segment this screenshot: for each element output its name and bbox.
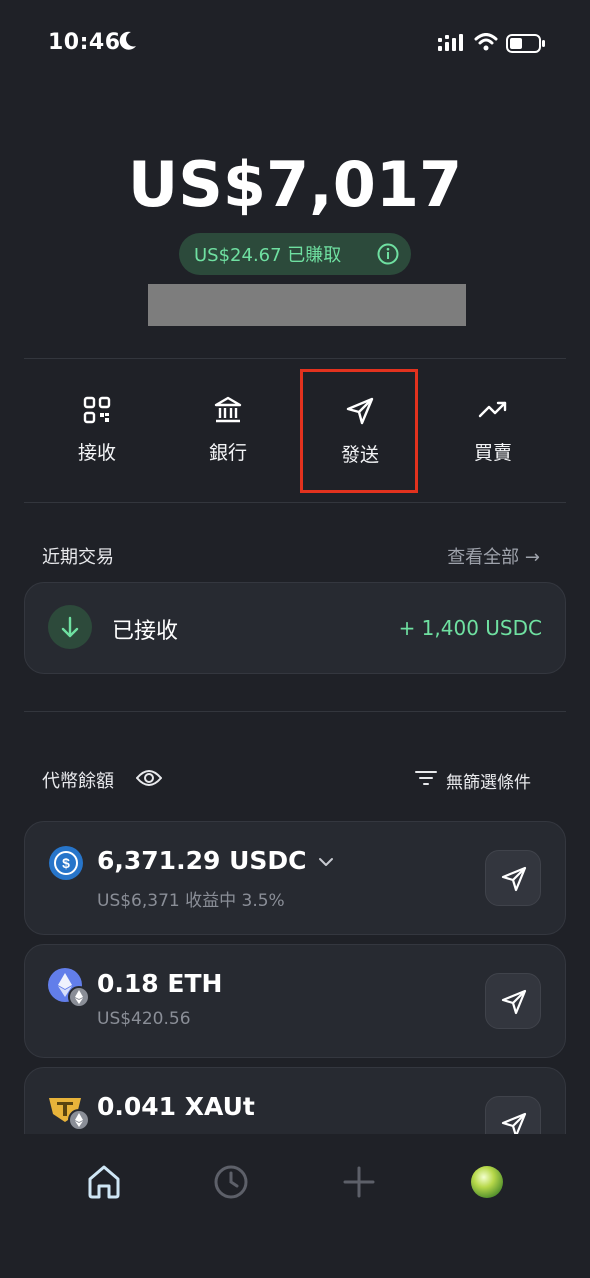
- bank-label: 銀行: [208, 442, 247, 464]
- filter-icon[interactable]: [415, 769, 437, 787]
- info-icon[interactable]: [377, 243, 399, 265]
- filter-label[interactable]: 無篩選條件: [446, 768, 531, 793]
- token-sub-usdc: US$6,371 收益中 3.5%: [97, 891, 285, 911]
- trend-up-icon: [478, 401, 507, 418]
- divider: [24, 358, 566, 359]
- battery-icon: [506, 34, 545, 53]
- view-all-link[interactable]: 查看全部 →: [447, 543, 540, 569]
- token-name-xaut: 0.041 XAUt: [97, 1092, 255, 1121]
- token-name-usdc: 6,371.29 USDC: [97, 846, 307, 875]
- xaut-icon: [49, 1098, 90, 1131]
- send-eth-button[interactable]: [485, 973, 541, 1029]
- bank-icon: [214, 396, 242, 423]
- divider: [24, 711, 566, 712]
- history-icon[interactable]: [211, 1162, 251, 1202]
- qr-code-icon: [83, 396, 111, 424]
- tokens-title: 代幣餘額: [42, 771, 114, 792]
- send-usdc-button[interactable]: [485, 850, 541, 906]
- trade-label: 買賣: [473, 442, 512, 464]
- bottom-nav: [0, 1134, 590, 1278]
- earned-text: US$24.67 已賺取: [194, 245, 342, 266]
- moon-icon: [119, 31, 136, 50]
- transaction-label: 已接收: [112, 619, 179, 644]
- send-icon: [501, 989, 527, 1015]
- wifi-icon: [474, 33, 498, 51]
- transaction-amount: + 1,400 USDC: [398, 616, 542, 640]
- send-icon: [501, 866, 527, 892]
- token-name-eth: 0.18 ETH: [97, 969, 223, 998]
- add-icon[interactable]: [339, 1162, 379, 1202]
- eth-icon: [48, 968, 90, 1008]
- usdc-icon: $: [49, 846, 83, 880]
- send-highlight-box: [300, 369, 418, 493]
- token-sub-eth: US$420.56: [97, 1009, 191, 1029]
- chevron-down-icon[interactable]: [318, 856, 334, 868]
- status-time: 10:46: [48, 30, 121, 55]
- received-icon: [48, 605, 92, 649]
- receive-button[interactable]: 接收: [32, 396, 162, 465]
- signal-icon: [438, 34, 463, 51]
- svg-text:$: $: [62, 855, 70, 871]
- bank-button[interactable]: 銀行: [163, 396, 293, 465]
- redacted-block: [148, 284, 466, 326]
- avatar[interactable]: [467, 1162, 507, 1202]
- eye-icon[interactable]: [136, 768, 162, 788]
- divider: [24, 502, 566, 503]
- home-icon[interactable]: [84, 1162, 124, 1202]
- receive-label: 接收: [77, 442, 116, 464]
- recent-title: 近期交易: [42, 547, 114, 568]
- total-balance: US$7,017: [127, 148, 463, 221]
- trade-button[interactable]: 買賣: [428, 396, 558, 465]
- earned-badge[interactable]: US$24.67 已賺取: [179, 233, 411, 275]
